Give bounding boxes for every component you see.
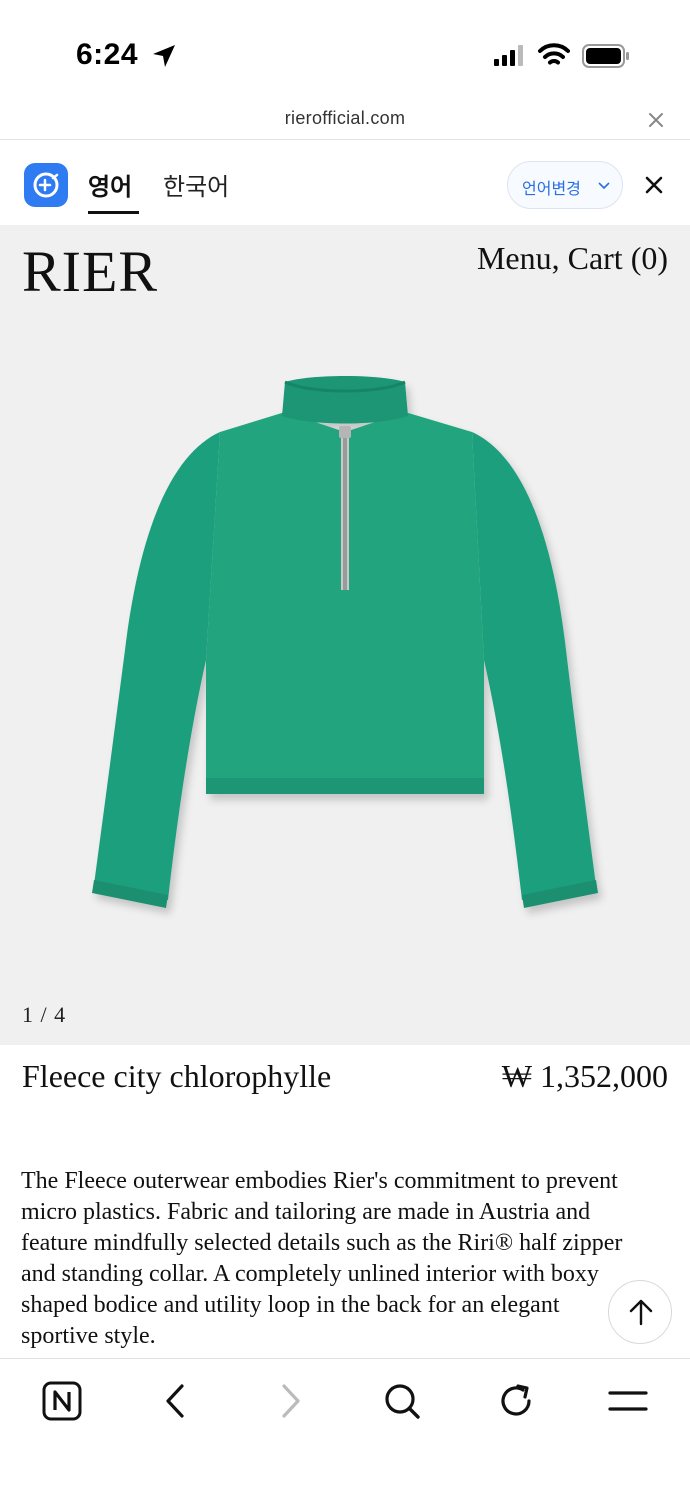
arrow-up-icon (629, 1299, 653, 1326)
refresh-icon[interactable] (496, 1381, 536, 1421)
battery-icon (582, 44, 629, 68)
close-icon[interactable] (644, 108, 668, 132)
change-language-label: 언어변경 (522, 179, 581, 198)
status-bar: 6:24 (0, 0, 690, 100)
product-name: Fleece city chlorophylle (22, 1058, 332, 1094)
brand-logo[interactable]: RIER (22, 238, 158, 305)
active-tab-indicator (88, 211, 139, 214)
chevron-down-icon (598, 182, 610, 190)
wifi-icon (538, 43, 570, 65)
scroll-to-top-button[interactable] (608, 1280, 672, 1344)
close-translate-icon[interactable] (642, 173, 666, 197)
product-description: The Fleece outerwear embodies Rier's com… (21, 1168, 623, 1349)
cellular-signal-icon (494, 45, 523, 66)
back-arrow-icon[interactable] (156, 1381, 196, 1421)
naver-home-icon[interactable] (42, 1381, 82, 1421)
search-icon[interactable] (382, 1381, 422, 1421)
tab-korean[interactable]: 한국어 (163, 167, 229, 202)
url-text[interactable]: rierofficial.com (0, 108, 690, 129)
change-language-button[interactable]: 언어변경 (507, 161, 623, 209)
translator-logo-icon[interactable] (24, 163, 68, 207)
menu-icon[interactable] (608, 1381, 648, 1421)
translate-bar: 영어 한국어 언어변경 (0, 141, 690, 225)
address-bar[interactable]: rierofficial.com (0, 100, 690, 140)
image-counter: 1 / 4 (22, 1002, 67, 1027)
tab-english[interactable]: 영어 (88, 167, 132, 202)
menu-cart-link[interactable]: Menu, Cart (0) (477, 240, 668, 277)
product-price: ₩ 1,352,000 (501, 1058, 668, 1094)
product-image[interactable] (80, 360, 610, 920)
browser-toolbar (0, 1358, 690, 1500)
location-arrow-icon (153, 45, 175, 67)
forward-arrow-icon[interactable] (270, 1381, 310, 1421)
status-time: 6:24 (76, 38, 139, 71)
